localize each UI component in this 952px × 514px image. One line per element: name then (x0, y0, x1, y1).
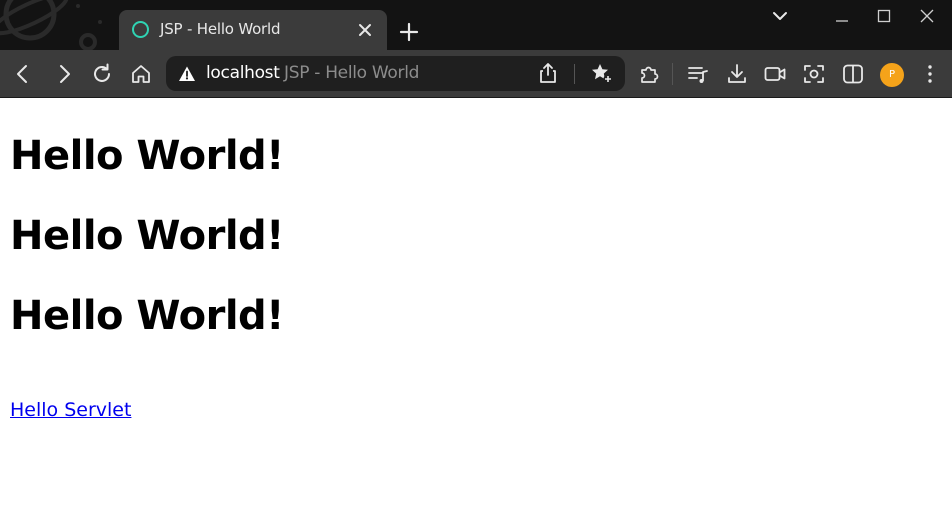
window-minimize-icon[interactable] (832, 6, 852, 26)
address-page-title: JSP - Hello World (284, 63, 420, 83)
new-tab-plus-icon[interactable] (398, 21, 420, 43)
screen-capture-video-icon[interactable] (763, 62, 787, 86)
tab-search-chevron-down-icon[interactable] (770, 6, 790, 26)
tab-title: JSP - Hello World (160, 20, 281, 38)
screenshot-icon[interactable] (802, 62, 826, 86)
tab-favicon-icon (132, 21, 149, 38)
page-content: Hello World! Hello World! Hello World! H… (0, 99, 952, 514)
window-close-icon[interactable] (917, 6, 937, 26)
heading-hello-world-1: Hello World! (10, 133, 284, 179)
address-host: localhost (206, 63, 280, 83)
decorative-planet-icon (0, 0, 102, 50)
hello-servlet-link[interactable]: Hello Servlet (10, 399, 131, 421)
favorites-star-icon[interactable] (590, 62, 614, 86)
back-arrow-icon[interactable] (11, 62, 35, 86)
profile-avatar[interactable]: P (880, 63, 904, 87)
browser-toolbar: localhost JSP - Hello World (0, 50, 952, 98)
reload-icon[interactable] (90, 62, 114, 86)
heading-hello-world-2: Hello World! (10, 213, 284, 259)
tab-close-icon[interactable] (355, 20, 375, 40)
download-icon[interactable] (725, 62, 749, 86)
active-tab[interactable]: JSP - Hello World (119, 10, 387, 50)
address-separator (574, 64, 575, 84)
share-icon[interactable] (537, 62, 559, 84)
tab-strip: JSP - Hello World (0, 0, 952, 50)
split-screen-icon[interactable] (841, 62, 865, 86)
window-maximize-icon[interactable] (874, 6, 894, 26)
toolbar-separator (672, 63, 673, 85)
not-secure-warning-icon[interactable] (178, 65, 196, 83)
address-bar[interactable]: localhost JSP - Hello World (166, 56, 625, 91)
reading-list-icon[interactable] (686, 62, 710, 86)
heading-hello-world-3: Hello World! (10, 293, 284, 339)
more-menu-icon[interactable] (918, 62, 942, 86)
home-icon[interactable] (129, 62, 153, 86)
forward-arrow-icon[interactable] (52, 62, 76, 86)
extensions-puzzle-icon[interactable] (637, 62, 661, 86)
